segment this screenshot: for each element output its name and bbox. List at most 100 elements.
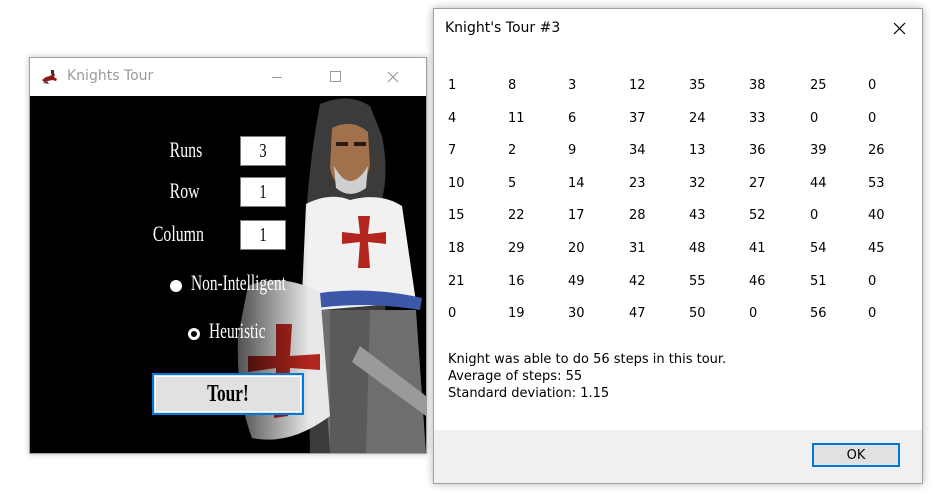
board-cell: 25	[810, 78, 827, 93]
board-cell: 0	[810, 110, 819, 126]
tour-button-label: Tour!	[207, 380, 249, 407]
result-message-steps: Knight was able to do 56 steps in this t…	[448, 352, 727, 367]
board-cell: 0	[868, 306, 877, 322]
runs-label: Runs	[169, 137, 202, 162]
runs-input[interactable]: 3	[240, 136, 286, 166]
board-cell: 7	[448, 143, 457, 159]
row-label: Row	[170, 178, 200, 203]
board-cell: 18	[448, 241, 465, 256]
column-value: 1	[259, 223, 267, 246]
board-cell: 30	[568, 306, 585, 322]
board-cell: 20	[568, 241, 585, 256]
heuristic-radio[interactable]	[188, 328, 200, 340]
board-cell: 36	[749, 143, 766, 159]
board-cell: 16	[508, 273, 525, 289]
board-cell: 10	[448, 175, 465, 191]
non-intelligent-radio[interactable]	[170, 280, 182, 292]
close-icon	[893, 22, 906, 35]
board-cell: 35	[689, 78, 706, 93]
board-cell: 6	[568, 110, 577, 126]
board-cell: 13	[689, 143, 706, 159]
main-window-title: Knights Tour	[67, 68, 154, 84]
board-cell: 0	[448, 306, 457, 322]
main-client-area: Runs Row Column 3 1 1 Non-Intelligent He…	[30, 96, 426, 453]
board-cell: 47	[629, 306, 646, 322]
minimize-icon	[272, 77, 282, 78]
board-cell: 11	[508, 110, 525, 126]
board-cell: 48	[689, 241, 706, 256]
main-window: Knights Tour Runs Row Column 3 1 1 Non-I…	[29, 57, 427, 454]
board-cell: 54	[810, 241, 827, 256]
board-cell: 1	[448, 78, 457, 93]
result-message-deviation: Standard deviation: 1.15	[448, 386, 610, 401]
board-cell: 14	[568, 175, 585, 191]
board-cell: 3	[568, 78, 577, 93]
board-cell: 49	[568, 273, 585, 289]
board-cell: 21	[448, 273, 465, 289]
board-cell: 53	[868, 175, 885, 191]
maximize-icon	[330, 71, 341, 82]
board-cell: 41	[749, 241, 766, 256]
knight-rider-icon	[42, 70, 57, 84]
non-intelligent-label[interactable]: Non-Intelligent	[191, 270, 286, 296]
board-cell: 0	[810, 208, 819, 224]
board-cell: 15	[448, 208, 465, 224]
board-cell: 28	[629, 208, 646, 224]
board-cell: 34	[629, 143, 646, 159]
close-icon	[387, 71, 399, 83]
board-cell: 12	[629, 78, 646, 93]
board-cell: 39	[810, 143, 827, 159]
result-message-average: Average of steps: 55	[448, 369, 583, 384]
column-input[interactable]: 1	[240, 220, 286, 250]
board-cell: 27	[749, 175, 766, 191]
board-cell: 38	[749, 78, 766, 93]
board-cell: 50	[689, 306, 706, 322]
board-cell: 52	[749, 208, 766, 224]
board-cell: 5	[508, 175, 517, 191]
tour-button[interactable]: Tour!	[152, 373, 304, 415]
column-label: Column	[152, 221, 204, 246]
board-cell: 33	[749, 110, 766, 126]
dialog-close-button[interactable]	[876, 9, 922, 47]
heuristic-label[interactable]: Heuristic	[209, 318, 265, 344]
board-cell: 40	[868, 208, 885, 224]
board-cell: 24	[689, 110, 706, 126]
board-cell: 0	[868, 78, 877, 93]
board-cell: 17	[568, 208, 585, 224]
board-cell: 37	[629, 110, 646, 126]
runs-value: 3	[259, 139, 267, 162]
minimize-button[interactable]	[254, 58, 300, 96]
board-cell: 29	[508, 241, 525, 256]
tour-result-dialog: Knight's Tour #3 1 8 3 12 35 38 25 0 4 11 6 37 24 33 0…	[433, 8, 923, 484]
board-cell: 51	[810, 273, 827, 289]
dialog-title: Knight's Tour #3	[445, 20, 561, 36]
board-cell: 0	[749, 306, 758, 322]
board-cell: 32	[689, 175, 706, 191]
board-cell: 8	[508, 78, 517, 93]
board-cell: 44	[810, 175, 827, 191]
board-cell: 43	[689, 208, 706, 224]
row-value: 1	[259, 180, 267, 203]
maximize-button[interactable]	[312, 58, 358, 96]
board-cell: 46	[749, 273, 766, 289]
main-titlebar[interactable]: Knights Tour	[30, 58, 426, 96]
board-cell: 26	[868, 143, 885, 159]
row-input[interactable]: 1	[240, 177, 286, 207]
board-cell: 22	[508, 208, 525, 224]
board-cell: 19	[508, 306, 525, 322]
board-cell: 9	[568, 143, 577, 159]
close-button[interactable]	[370, 58, 416, 96]
board-cell: 4	[448, 110, 457, 126]
board-cell: 56	[810, 306, 827, 322]
board-cell: 42	[629, 273, 646, 289]
board-cell: 0	[868, 273, 877, 289]
ok-button[interactable]: OK	[812, 443, 900, 467]
board-cell: 31	[629, 241, 646, 256]
board-cell: 23	[629, 175, 646, 191]
board-cell: 2	[508, 143, 517, 159]
board-cell: 45	[868, 241, 885, 256]
ok-button-label: OK	[846, 447, 866, 463]
board-cell: 0	[868, 110, 877, 126]
board-cell: 55	[689, 273, 706, 289]
dialog-footer: OK	[434, 430, 922, 483]
